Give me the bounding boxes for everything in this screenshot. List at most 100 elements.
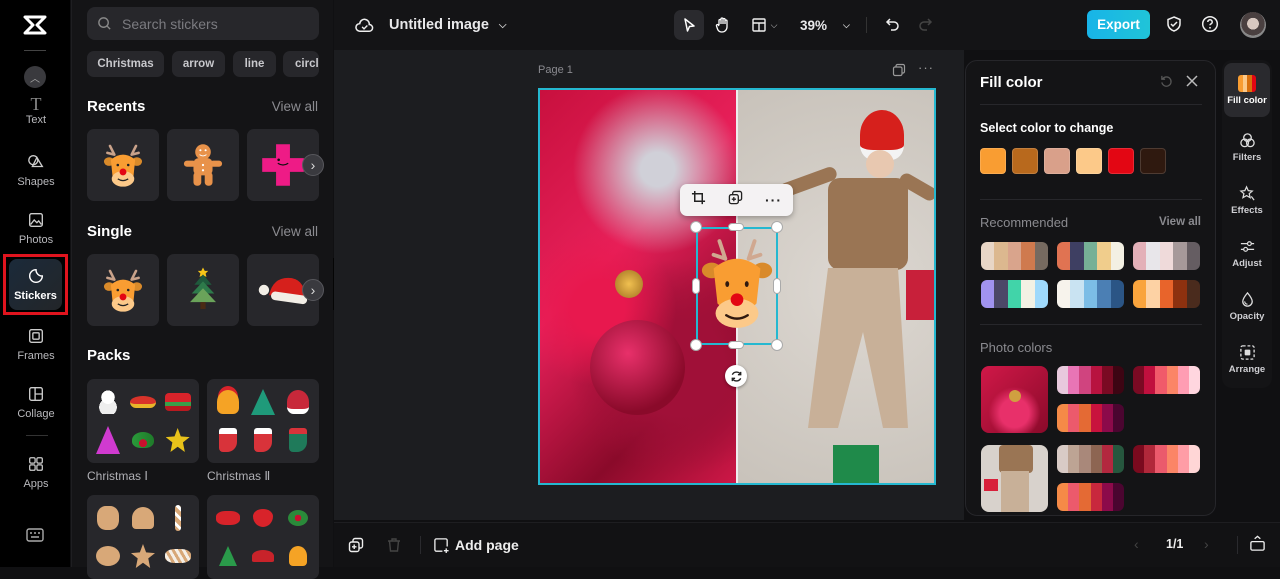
palette-color bbox=[1186, 280, 1200, 308]
color-palette[interactable] bbox=[1133, 280, 1200, 308]
redo-button[interactable] bbox=[914, 13, 936, 35]
pack-gingerbread[interactable] bbox=[87, 495, 199, 579]
cloud-save-icon[interactable] bbox=[354, 15, 374, 35]
document-title[interactable]: Untitled image ⌵ bbox=[389, 14, 507, 36]
color-palette[interactable] bbox=[1133, 242, 1200, 270]
recents-view-all[interactable]: View all bbox=[272, 99, 318, 114]
duplicate-page-button[interactable] bbox=[348, 537, 364, 553]
palette-color bbox=[1166, 366, 1178, 394]
color-palette[interactable] bbox=[1133, 445, 1200, 473]
sticker-gingerbread[interactable] bbox=[167, 129, 239, 201]
duplicate-page-icon[interactable] bbox=[892, 63, 906, 77]
single-view-all[interactable]: View all bbox=[272, 224, 318, 239]
export-button[interactable]: Export bbox=[1087, 10, 1150, 39]
crop-icon[interactable] bbox=[691, 190, 706, 210]
color-palette[interactable] bbox=[1057, 483, 1124, 511]
close-icon[interactable] bbox=[1185, 74, 1199, 88]
color-palette[interactable] bbox=[1057, 404, 1124, 432]
color-swatch[interactable] bbox=[1108, 148, 1134, 174]
resize-handle-tr[interactable] bbox=[771, 221, 783, 233]
rail-item-collage[interactable]: Collage bbox=[5, 374, 67, 430]
recents-next-button[interactable]: › bbox=[302, 154, 324, 176]
palette-color bbox=[1068, 483, 1080, 511]
tool-effects[interactable]: Effects bbox=[1224, 173, 1270, 227]
chip-circle[interactable]: circle bbox=[283, 51, 319, 77]
color-swatch[interactable] bbox=[980, 148, 1006, 174]
palette-color bbox=[1101, 366, 1113, 394]
apps-icon bbox=[29, 456, 43, 471]
resize-handle-right[interactable] bbox=[773, 278, 781, 294]
palette-color bbox=[1144, 445, 1156, 473]
recommended-view-all[interactable]: View all bbox=[1159, 216, 1201, 228]
pack-festive[interactable] bbox=[207, 495, 319, 579]
color-palette[interactable] bbox=[1057, 242, 1124, 270]
sticker-reindeer[interactable] bbox=[87, 129, 159, 201]
rail-item-photos[interactable]: Photos bbox=[5, 200, 67, 256]
color-palette[interactable] bbox=[981, 280, 1048, 308]
chip-line[interactable]: line bbox=[233, 51, 276, 77]
tool-adjust[interactable]: Adjust bbox=[1224, 226, 1270, 280]
help-button[interactable] bbox=[1199, 13, 1221, 35]
trash-icon bbox=[388, 538, 400, 552]
color-palette[interactable] bbox=[1057, 445, 1124, 473]
tool-fill-color[interactable]: Fill color bbox=[1224, 63, 1270, 117]
user-avatar[interactable] bbox=[1240, 12, 1266, 38]
pack-christmas-2[interactable] bbox=[207, 379, 319, 463]
color-palette[interactable] bbox=[1057, 366, 1124, 394]
keyboard-icon[interactable] bbox=[26, 527, 44, 543]
tool-arrange[interactable]: Arrange bbox=[1224, 332, 1270, 386]
hand-tool-button[interactable] bbox=[710, 12, 736, 38]
rail-item-frames[interactable]: Frames bbox=[5, 316, 67, 372]
layout-menu-button[interactable]: ⌵ bbox=[744, 12, 784, 38]
delete-page-button[interactable] bbox=[386, 537, 402, 553]
reset-icon[interactable] bbox=[1160, 75, 1174, 89]
color-swatch[interactable] bbox=[1140, 148, 1166, 174]
resize-handle-br[interactable] bbox=[771, 339, 783, 351]
color-palette[interactable] bbox=[1133, 366, 1200, 394]
resize-handle-bottom[interactable] bbox=[728, 341, 744, 349]
color-swatch[interactable] bbox=[1076, 148, 1102, 174]
color-palette[interactable] bbox=[1057, 280, 1124, 308]
collapse-up-button[interactable]: ︿ bbox=[24, 66, 46, 88]
color-swatch[interactable] bbox=[1012, 148, 1038, 174]
color-swatch[interactable] bbox=[1044, 148, 1070, 174]
tool-opacity[interactable]: Opacity bbox=[1224, 279, 1270, 333]
palette-color bbox=[1146, 280, 1160, 308]
sticker-reindeer[interactable] bbox=[87, 254, 159, 326]
page-manager-button[interactable] bbox=[1249, 535, 1267, 553]
zoom-level-dropdown[interactable]: 39% ⌵ bbox=[800, 14, 850, 36]
color-palette[interactable] bbox=[981, 242, 1048, 270]
rotate-handle[interactable] bbox=[725, 365, 747, 387]
prev-page-button[interactable]: ‹ bbox=[1134, 536, 1139, 552]
resize-handle-left[interactable] bbox=[692, 278, 700, 294]
photo-thumb-boy[interactable] bbox=[981, 445, 1048, 512]
resize-handle-tl[interactable] bbox=[690, 221, 702, 233]
select-tool-button[interactable] bbox=[674, 10, 704, 40]
palette-color bbox=[981, 242, 995, 270]
more-icon[interactable]: ··· bbox=[765, 192, 782, 208]
undo-button[interactable] bbox=[882, 13, 904, 35]
divider bbox=[866, 17, 867, 33]
next-page-button[interactable]: › bbox=[1204, 536, 1209, 552]
rail-item-shapes[interactable]: Shapes bbox=[5, 142, 67, 198]
photo-thumb-ornament[interactable] bbox=[981, 366, 1048, 433]
tool-filters[interactable]: Filters bbox=[1224, 120, 1270, 174]
rail-item-apps[interactable]: Apps bbox=[5, 444, 67, 500]
rail-item-text[interactable]: T Text bbox=[5, 92, 67, 130]
palette-color bbox=[1146, 242, 1160, 270]
add-page-button[interactable]: Add page bbox=[433, 535, 519, 555]
single-next-button[interactable]: › bbox=[302, 279, 324, 301]
page-more-icon[interactable]: ··· bbox=[918, 60, 934, 75]
chip-christmas[interactable]: Christmas bbox=[87, 51, 164, 77]
capcut-logo-icon[interactable] bbox=[22, 12, 48, 38]
duplicate-icon[interactable] bbox=[728, 190, 743, 210]
selected-sticker[interactable] bbox=[696, 227, 778, 345]
chip-arrow[interactable]: arrow bbox=[172, 51, 225, 77]
resize-handle-bl[interactable] bbox=[690, 339, 702, 351]
search-input[interactable]: Search stickers bbox=[87, 7, 319, 40]
resize-handle-top[interactable] bbox=[728, 223, 744, 231]
security-button[interactable] bbox=[1163, 13, 1185, 35]
pack-christmas-1[interactable] bbox=[87, 379, 199, 463]
rail-item-stickers[interactable]: Stickers bbox=[9, 259, 62, 310]
sticker-christmas-tree[interactable] bbox=[167, 254, 239, 326]
